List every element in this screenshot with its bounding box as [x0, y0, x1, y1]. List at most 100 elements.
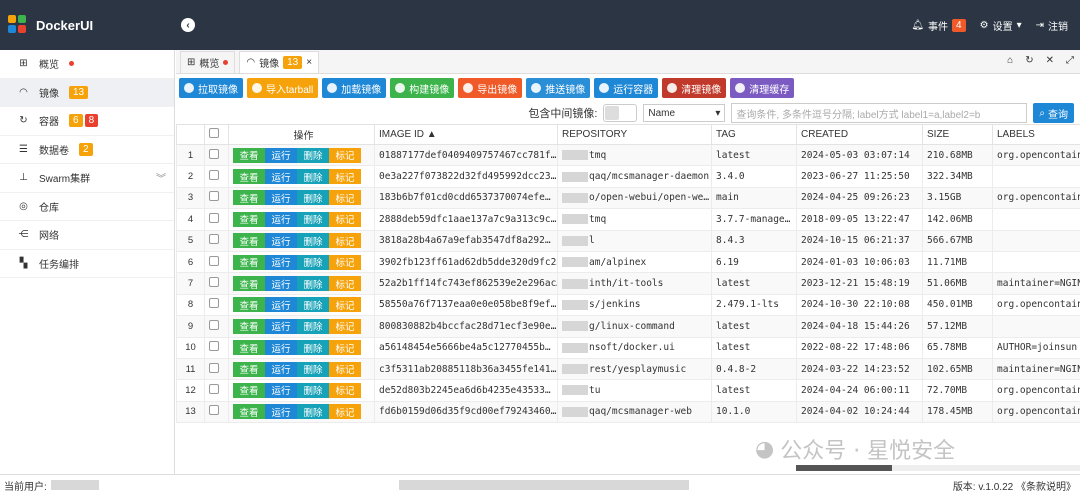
col-size[interactable]: SIZE	[922, 124, 993, 145]
sidebar-item-containers[interactable]: ↻ 容器 6 8	[0, 107, 174, 136]
sidebar-item-images[interactable]: ◠ 镜像 13	[0, 78, 174, 107]
delete-button[interactable]: 删除	[297, 254, 329, 270]
delete-button[interactable]: 删除	[297, 147, 329, 163]
row-checkbox[interactable]	[209, 341, 219, 352]
sidebar-item-stacks[interactable]: ▚ 任务编排	[0, 250, 174, 278]
col-tag[interactable]: TAG	[711, 124, 797, 145]
close-icon[interactable]: ✕	[1046, 55, 1054, 66]
version-label[interactable]: 版本: v.1.0.22 《条款说明》	[953, 478, 1076, 493]
row-checkbox-cell[interactable]	[204, 165, 229, 188]
view-button[interactable]: 查看	[233, 147, 265, 163]
run-button[interactable]: 运行	[265, 361, 297, 377]
refresh-icon[interactable]: ↻	[1025, 55, 1033, 66]
view-button[interactable]: 查看	[233, 361, 265, 377]
tag-button[interactable]: 标记	[329, 211, 361, 227]
select-all-checkbox[interactable]	[209, 128, 219, 138]
home-icon[interactable]: ⌂	[1007, 55, 1013, 66]
delete-button[interactable]: 删除	[297, 404, 329, 420]
view-button[interactable]: 查看	[233, 233, 265, 249]
row-checkbox[interactable]	[209, 277, 219, 288]
delete-button[interactable]: 删除	[297, 169, 329, 185]
row-checkbox-cell[interactable]	[204, 357, 229, 381]
col-repository[interactable]: REPOSITORY	[557, 124, 712, 145]
row-checkbox[interactable]	[209, 383, 219, 394]
delete-button[interactable]: 删除	[297, 297, 329, 313]
run-button[interactable]: 运行	[265, 254, 297, 270]
row-checkbox[interactable]	[209, 405, 219, 416]
col-created[interactable]: CREATED	[796, 124, 923, 145]
row-checkbox[interactable]	[209, 234, 219, 245]
tag-button[interactable]: 标记	[329, 276, 361, 292]
run-button[interactable]: 运行	[265, 147, 297, 163]
tag-button[interactable]: 标记	[329, 404, 361, 420]
row-checkbox[interactable]	[209, 170, 219, 181]
row-checkbox[interactable]	[209, 148, 219, 159]
row-checkbox-cell[interactable]	[204, 315, 229, 338]
search-button[interactable]: ⌕ 查询	[1033, 103, 1074, 123]
delete-button[interactable]: 删除	[297, 318, 329, 334]
run-button[interactable]: 运行	[265, 169, 297, 185]
run-button[interactable]: 运行	[265, 404, 297, 420]
run-button[interactable]: 运行	[265, 233, 297, 249]
load-image-button[interactable]: 加载镜像	[322, 78, 387, 98]
search-input[interactable]: 查询条件, 多条件逗号分隔; label方式 label1=a,label2=b	[731, 103, 1028, 123]
build-image-button[interactable]: 构建镜像	[390, 78, 455, 98]
filter-field-select[interactable]: Name ▾	[643, 104, 726, 122]
row-checkbox[interactable]	[209, 255, 219, 266]
row-checkbox-cell[interactable]	[204, 186, 229, 210]
prune-cache-button[interactable]: 清理缓存	[730, 78, 795, 98]
row-checkbox[interactable]	[209, 212, 219, 223]
view-button[interactable]: 查看	[233, 297, 265, 313]
tag-button[interactable]: 标记	[329, 361, 361, 377]
view-button[interactable]: 查看	[233, 382, 265, 398]
run-button[interactable]: 运行	[265, 297, 297, 313]
col-labels[interactable]: LABELS	[992, 124, 1080, 145]
sidebar-item-swarm[interactable]: ⊥ Swarm集群 ︾	[0, 164, 174, 193]
tag-button[interactable]: 标记	[329, 147, 361, 163]
row-checkbox[interactable]	[209, 319, 219, 330]
row-checkbox-cell[interactable]	[204, 293, 229, 317]
tag-button[interactable]: 标记	[329, 169, 361, 185]
sidebar-item-volumes[interactable]: ☰ 数据卷 2	[0, 136, 174, 164]
include-intermediate-toggle[interactable]	[603, 104, 638, 122]
events-button[interactable]: 🔔︎ 事件 4	[911, 18, 966, 33]
row-checkbox[interactable]	[209, 191, 219, 202]
row-checkbox-cell[interactable]	[204, 208, 229, 231]
horizontal-scrollbar[interactable]	[796, 465, 1080, 471]
sidebar-toggle-icon[interactable]: ‹	[181, 18, 195, 32]
sidebar-item-overview[interactable]: ⊞ 概览	[0, 50, 174, 79]
delete-button[interactable]: 删除	[297, 233, 329, 249]
export-image-button[interactable]: 导出镜像	[458, 78, 523, 98]
tag-button[interactable]: 标记	[329, 297, 361, 313]
col-image-id[interactable]: IMAGE ID ▲	[374, 124, 558, 145]
view-button[interactable]: 查看	[233, 318, 265, 334]
row-checkbox-cell[interactable]	[204, 272, 229, 295]
prune-images-button[interactable]: 清理镜像	[662, 78, 727, 98]
row-checkbox[interactable]	[209, 362, 219, 373]
view-button[interactable]: 查看	[233, 276, 265, 292]
tag-button[interactable]: 标记	[329, 318, 361, 334]
view-button[interactable]: 查看	[233, 169, 265, 185]
run-button[interactable]: 运行	[265, 190, 297, 206]
logout-button[interactable]: ⇥ 注销	[1036, 18, 1068, 33]
delete-button[interactable]: 删除	[297, 382, 329, 398]
tag-button[interactable]: 标记	[329, 382, 361, 398]
import-tarball-button[interactable]: 导入tarball	[247, 78, 319, 98]
sidebar-item-registry[interactable]: ◎ 仓库	[0, 193, 174, 221]
pull-image-button[interactable]: 拉取镜像	[179, 78, 243, 98]
row-checkbox-cell[interactable]	[204, 379, 229, 402]
brand[interactable]: DockerUI	[0, 15, 175, 35]
tag-button[interactable]: 标记	[329, 340, 361, 356]
run-button[interactable]: 运行	[265, 340, 297, 356]
scrollbar-thumb[interactable]	[796, 465, 892, 471]
row-checkbox-cell[interactable]	[204, 336, 229, 359]
delete-button[interactable]: 删除	[297, 276, 329, 292]
col-select-all[interactable]	[204, 124, 229, 145]
view-button[interactable]: 查看	[233, 404, 265, 420]
view-button[interactable]: 查看	[233, 340, 265, 356]
push-image-button[interactable]: 推送镜像	[526, 78, 591, 98]
row-checkbox-cell[interactable]	[204, 400, 229, 424]
tab-images[interactable]: ◠ 镜像 13 ×	[239, 51, 320, 73]
settings-button[interactable]: ⚙ 设置 ▾	[980, 18, 1022, 33]
view-button[interactable]: 查看	[233, 190, 265, 206]
